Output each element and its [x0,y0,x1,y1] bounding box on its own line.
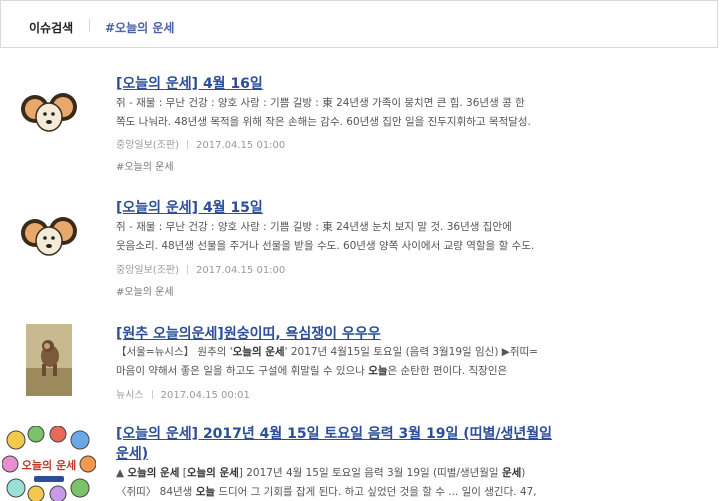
article-date: 2017.04.15 00:01 [160,390,250,401]
article-thumbnail[interactable] [26,324,72,396]
monkey-photo-icon [26,324,72,396]
article-item: 오늘의 운세 [오늘의 운세] 2017년 4월 15일 토요일 음력 3월 1… [0,415,720,501]
summary-line: 마음이 약해서 좋은 일을 하고도 구설에 휘말릴 수 있으나 오늘은 순탄한 … [116,362,548,381]
article-item: [오늘의 운세] 4월 16일 쥐 - 재물 : 무난 건강 : 양호 사랑 :… [0,62,720,180]
issue-search-label: 이슈검색 [29,21,74,35]
mouse-cartoon-icon [18,79,80,141]
article-item: [오늘의 운세] 4월 15일 쥐 - 재물 : 무난 건강 : 양호 사랑 :… [0,189,720,307]
summary-highlight: 오늘 [195,486,216,498]
summary-text: 드디어 그 기회를 잡게 된다. 하고 싶었던 것을 할 수 ... 일이 생긴… [215,486,537,498]
article-summary: 【서울=뉴시스】 원추의 '오늘의 운세' 2017년 4월15일 토요일 (음… [116,343,548,381]
divider [151,390,153,399]
article-summary: ▲ 오늘의 운세 [오늘의 운세] 2017년 4월 15일 토요일 음력 3월… [116,464,556,501]
summary-line: 【서울=뉴시스】 원추의 '오늘의 운세' 2017년 4월15일 토요일 (음… [116,343,548,362]
summary-text: 【서울=뉴시스】 원추의 ' [116,346,233,358]
article-summary: 쥐 - 재물 : 무난 건강 : 양호 사랑 : 기쁨 길방 : 東 24년생 … [116,218,548,256]
summary-highlight: 운세 [501,467,522,479]
summary-highlight: 오늘의 운세 [127,467,180,479]
article-title-link[interactable]: [오늘의 운세] 2017년 4월 15일 토요일 음력 3월 19일 (띠별/… [116,424,552,464]
divider [187,265,189,274]
article-title-link[interactable]: [오늘의 운세] 4월 16일 [116,73,263,93]
article-thumbnail[interactable]: 오늘의 운세 [2,426,96,501]
article-thumbnail[interactable] [18,79,80,141]
divider [89,19,90,32]
summary-highlight: 오늘 [368,365,388,377]
summary-highlight: 오늘의 운세 [186,467,239,479]
zodiac-wheel-icon: 오늘의 운세 [2,426,96,501]
article-meta: 중앙일보(조판) 2017.04.15 01:00 [116,261,285,276]
summary-text: ] 2017년 4월 15일 토요일 음력 3월 19일 (띠별/생년월일 [238,467,502,479]
article-source[interactable]: 중앙일보(조판) [116,140,179,151]
article-date: 2017.04.15 01:00 [196,265,286,276]
article-title-link[interactable]: [원추 오늘의운세]원숭이띠, 욕심쟁이 우우우 [116,323,381,343]
issue-search-bar: 이슈검색 #오늘의 운세 [0,0,718,48]
mouse-cartoon-icon [18,203,80,265]
summary-text: 마음이 약해서 좋은 일을 하고도 구설에 휘말릴 수 있으나 [116,365,369,377]
article-meta: 뉴시스 2017.04.15 00:01 [116,386,250,401]
summary-text: 〈쥐띠〉 84년생 [116,486,196,498]
summary-line: 쥐 - 재물 : 무난 건강 : 양호 사랑 : 기쁨 길방 : 東 24년생 … [116,97,525,109]
article-title-link[interactable]: [오늘의 운세] 4월 15일 [116,197,263,217]
summary-text: 은 순탄한 편이다. 직장인은 [387,365,508,377]
divider [187,140,189,149]
article-thumbnail[interactable] [18,203,80,265]
article-date: 2017.04.15 01:00 [196,140,286,151]
summary-text: ▲ [116,467,128,479]
summary-highlight: 오늘의 운세 [232,346,285,358]
title-line[interactable]: [오늘의 운세] 2017년 4월 15일 토요일 음력 3월 19일 (띠별/… [116,424,552,444]
article-hashtag[interactable]: #오늘의 운세 [116,283,174,298]
summary-text: ) [521,467,526,479]
article-summary: 쥐 - 재물 : 무난 건강 : 양호 사랑 : 기쁨 길방 : 東 24년생 … [116,94,548,132]
article-meta: 중앙일보(조판) 2017.04.15 01:00 [116,136,285,151]
article-source[interactable]: 뉴시스 [116,390,144,401]
summary-text: [ [179,467,187,479]
summary-line: ▲ 오늘의 운세 [오늘의 운세] 2017년 4월 15일 토요일 음력 3월… [116,464,556,483]
summary-text: ' 2017년 4월15일 토요일 (음력 3월19일 임신) ▶쥐띠= [284,346,538,358]
thumbnail-label: 오늘의 운세 [22,458,76,472]
article-item: [원추 오늘의운세]원숭이띠, 욕심쟁이 우우우 【서울=뉴시스】 원추의 '오… [0,315,720,410]
summary-line: 웃음소리. 48년생 선물을 주거나 선물을 받을 수도. 60년생 양쪽 사이… [116,240,535,252]
article-source[interactable]: 중앙일보(조판) [116,265,179,276]
summary-line: 쥐 - 재물 : 무난 건강 : 양호 사랑 : 기쁨 길방 : 東 24년생 … [116,221,512,233]
title-line[interactable]: 운세) [116,444,552,464]
issue-tag-link[interactable]: #오늘의 운세 [105,19,174,36]
summary-line: 쪽도 나눠라. 48년생 목적을 위해 작은 손해는 감수. 60년생 집안 일… [116,116,531,128]
article-hashtag[interactable]: #오늘의 운세 [116,158,174,173]
summary-line: 〈쥐띠〉 84년생 오늘 드디어 그 기회를 잡게 된다. 하고 싶었던 것을 … [116,483,556,501]
